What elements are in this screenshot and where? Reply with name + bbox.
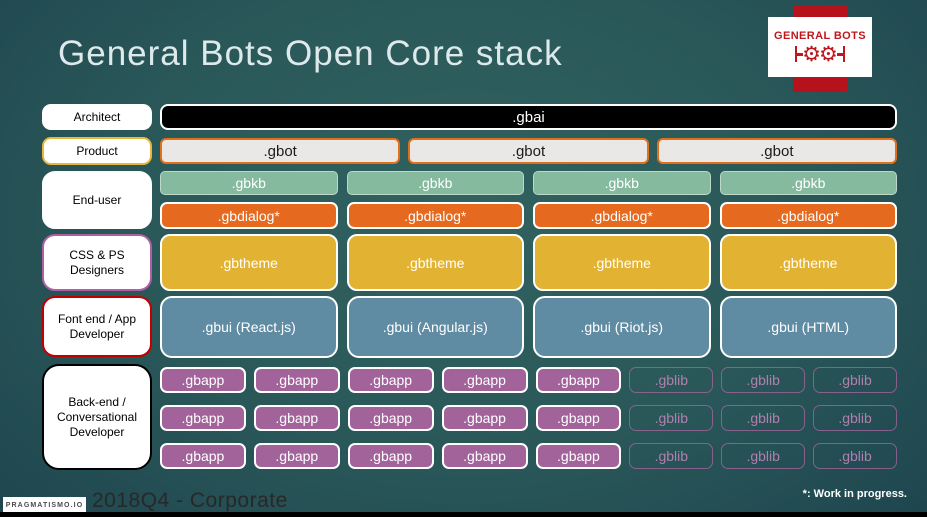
gbai-box: .gbai (160, 104, 897, 130)
gblib-box: .gblib (629, 405, 714, 431)
role-label-architect: Architect (42, 104, 152, 130)
gbui-html-box: .gbui (HTML) (719, 296, 897, 358)
gbot-box: .gbot (408, 138, 649, 164)
backend-row-1: .gbapp .gbapp .gbapp .gbapp .gbapp .gbli… (160, 367, 897, 393)
gbkb-box: .gbkb (533, 171, 711, 195)
gbapp-box: .gbapp (160, 443, 246, 469)
gbapp-box: .gbapp (347, 367, 434, 393)
line-cap-icon (842, 46, 845, 62)
gbapp-box: .gbapp (160, 367, 246, 393)
gblib-box: .gblib (813, 443, 897, 469)
gbapp-box: .gbapp (253, 443, 340, 469)
page-title: General Bots Open Core stack (58, 34, 563, 73)
gears-icon: ⚙ ⚙ (795, 44, 845, 65)
bottom-bar (0, 512, 927, 517)
gblib-box: .gblib (629, 443, 714, 469)
gbapp-box: .gbapp (253, 405, 340, 431)
gbdialog-box: .gbdialog* (346, 202, 524, 229)
logo-wordmark: GENERAL BOTS (774, 29, 866, 42)
gbapp-box: .gbapp (535, 405, 622, 431)
row-gbot: .gbot .gbot .gbot (160, 138, 897, 164)
row-gbai: .gbai (160, 104, 897, 130)
gear-icon: ⚙ (819, 42, 838, 66)
gblib-box: .gblib (629, 367, 714, 393)
general-bots-logo: GENERAL BOTS ⚙ ⚙ (768, 17, 872, 77)
pragmatismo-watermark: PRAGMATISMO.IO (3, 497, 86, 513)
row-gbtheme: .gbtheme .gbtheme .gbtheme .gbtheme (160, 234, 897, 291)
gbkb-box: .gbkb (346, 171, 524, 195)
role-label-back-end-developer: Back-end / Conversational Developer (42, 364, 152, 470)
role-label-product: Product (42, 137, 152, 165)
gbui-react-box: .gbui (React.js) (160, 296, 338, 358)
gbapp-box: .gbapp (160, 405, 246, 431)
slide: General Bots Open Core stack GENERAL BOT… (0, 0, 927, 517)
row-gbdialog: .gbdialog* .gbdialog* .gbdialog* .gbdial… (160, 202, 897, 229)
gblib-box: .gblib (813, 367, 897, 393)
gbapp-box: .gbapp (441, 405, 528, 431)
gbot-box: .gbot (656, 138, 897, 164)
role-label-css-ps-designers: CSS & PS Designers (42, 234, 152, 291)
footer-text: 2018Q4 - Corporate (92, 489, 288, 512)
gbtheme-box: .gbtheme (533, 234, 711, 291)
gblib-box: .gblib (721, 443, 806, 469)
gblib-box: .gblib (721, 367, 806, 393)
role-label-front-end-developer: Font end / App Developer (42, 296, 152, 357)
gblib-box: .gblib (721, 405, 806, 431)
gbtheme-box: .gbtheme (160, 234, 338, 291)
backend-row-2: .gbapp .gbapp .gbapp .gbapp .gbapp .gbli… (160, 405, 897, 431)
gbui-riot-box: .gbui (Riot.js) (533, 296, 711, 358)
gbtheme-box: .gbtheme (719, 234, 897, 291)
backend-row-3: .gbapp .gbapp .gbapp .gbapp .gbapp .gbli… (160, 443, 897, 469)
row-gbui: .gbui (React.js) .gbui (Angular.js) .gbu… (160, 296, 897, 358)
gbdialog-box: .gbdialog* (719, 202, 897, 229)
gbapp-box: .gbapp (347, 405, 434, 431)
gbtheme-box: .gbtheme (346, 234, 524, 291)
work-in-progress-note: *: Work in progress. (802, 488, 907, 500)
gbapp-box: .gbapp (535, 367, 622, 393)
gblib-box: .gblib (813, 405, 897, 431)
gbapp-box: .gbapp (347, 443, 434, 469)
gbapp-box: .gbapp (441, 443, 528, 469)
gbot-box: .gbot (160, 138, 401, 164)
gbapp-box: .gbapp (535, 443, 622, 469)
gbdialog-box: .gbdialog* (160, 202, 338, 229)
row-gbkb: .gbkb .gbkb .gbkb .gbkb (160, 171, 897, 195)
gbdialog-box: .gbdialog* (533, 202, 711, 229)
gbapp-box: .gbapp (441, 367, 528, 393)
gbapp-box: .gbapp (253, 367, 340, 393)
gbkb-box: .gbkb (719, 171, 897, 195)
gbui-angular-box: .gbui (Angular.js) (346, 296, 524, 358)
role-label-end-user: End-user (42, 171, 152, 229)
gbkb-box: .gbkb (160, 171, 338, 195)
